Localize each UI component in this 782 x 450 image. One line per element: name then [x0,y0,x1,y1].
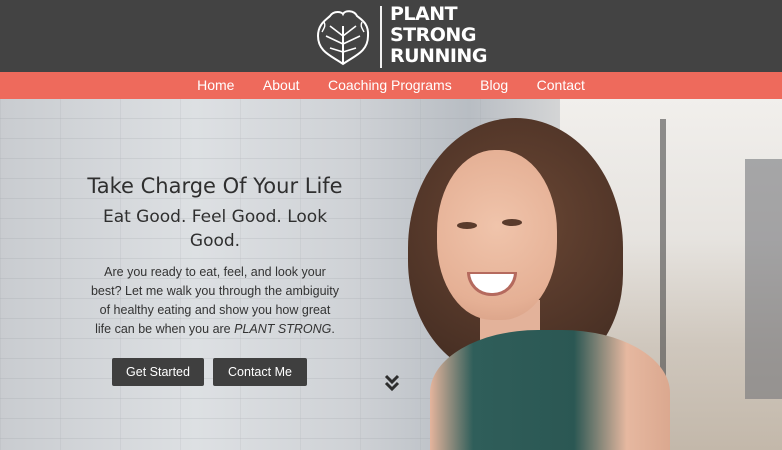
double-chevron-down-icon[interactable] [384,374,400,392]
nav-blog[interactable]: Blog [480,72,508,99]
street-pole [660,119,666,389]
hero-photo-eye-left [457,222,477,229]
nav-links: Home About Coaching Programs Blog Contac… [0,72,782,99]
get-started-button[interactable]: Get Started [112,358,204,386]
hero-copy: Take Charge Of Your Life Eat Good. Feel … [80,170,350,339]
logo-line-strong: STRONG [390,24,476,46]
contact-me-button[interactable]: Contact Me [213,358,307,386]
logo-line-running: RUNNING [390,45,487,67]
hero-photo-eye-right [502,219,522,226]
hero-photo-body [430,330,670,450]
hero-subhead: Eat Good. Feel Good. Look Good. [102,207,328,251]
site-header: PLANT STRONG RUNNING [0,0,782,72]
nav-home[interactable]: Home [197,72,234,99]
nav-about[interactable]: About [263,72,300,99]
nav-contact[interactable]: Contact [537,72,585,99]
logo-divider [380,6,382,68]
hero-paragraph-emphasis: PLANT STRONG [234,322,332,336]
site-logo[interactable]: PLANT STRONG RUNNING [312,4,487,70]
hero-headline: Take Charge Of Your Life [87,174,343,198]
logo-text: PLANT STRONG RUNNING [390,4,487,67]
main-nav: Home About Coaching Programs Blog Contac… [0,72,782,99]
background-building [745,159,782,399]
hero-paragraph-end: . [331,322,335,336]
hero-paragraph: Are you ready to eat, feel, and look you… [80,263,350,339]
logo-line-plant: PLANT [390,3,458,25]
leaf-icon [316,10,370,66]
nav-coaching-programs[interactable]: Coaching Programs [328,72,452,99]
